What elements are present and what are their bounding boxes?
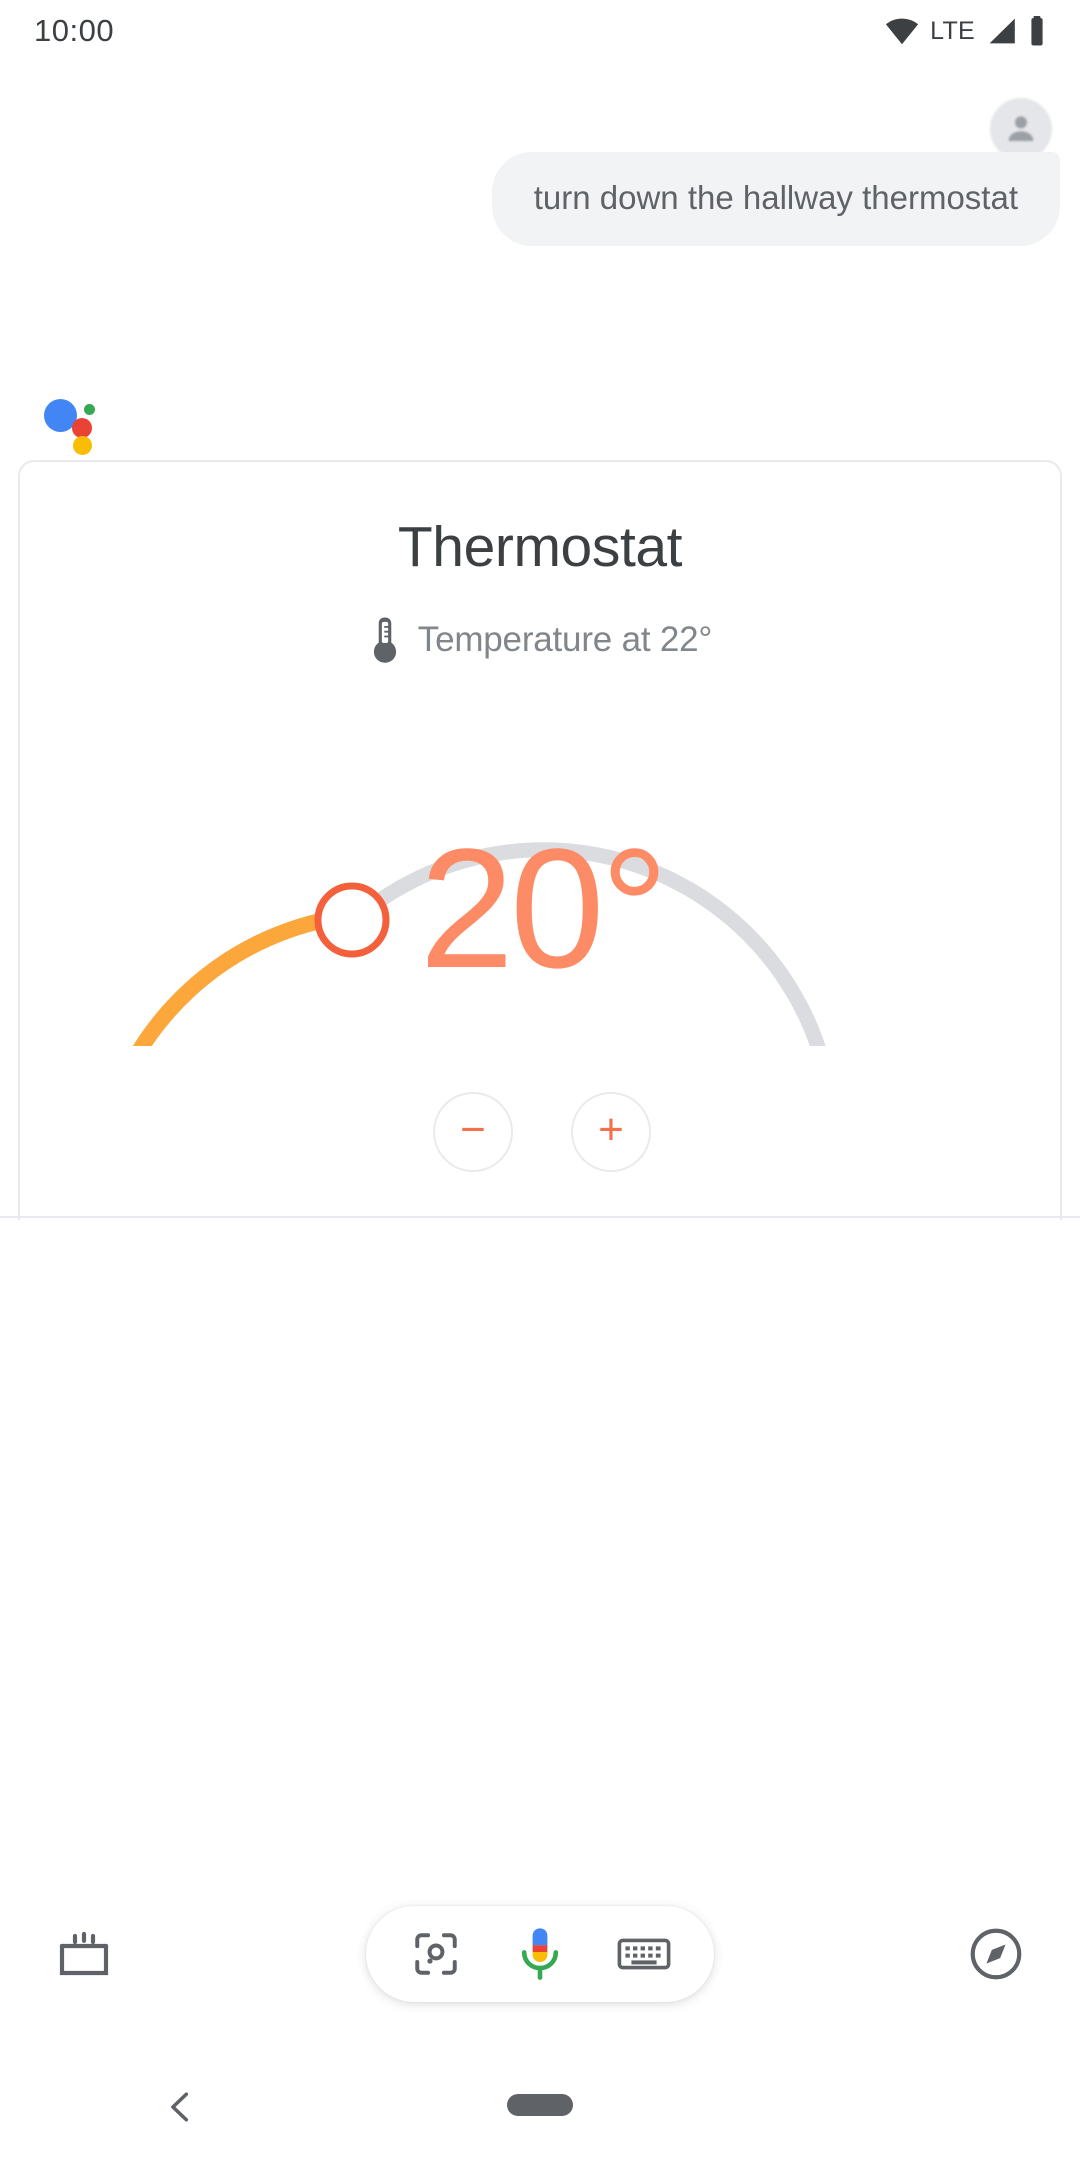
avatar-container[interactable] — [990, 98, 1052, 160]
thermometer-icon — [373, 617, 396, 663]
wifi-icon — [885, 18, 919, 45]
compass-glyph-icon — [970, 1928, 1022, 1980]
explore-keyboard-icon[interactable] — [46, 1916, 122, 1992]
temperature-status-row: Temperature at 22° — [20, 616, 1060, 664]
minus-icon: − — [460, 1105, 486, 1154]
assistant-dot-green — [84, 404, 95, 415]
status-icon-group: LTE — [885, 16, 1046, 46]
status-bar: 10:00 LTE — [0, 0, 1080, 62]
bottom-action-bar — [0, 1874, 1080, 2034]
assistant-dot-yellow — [73, 436, 92, 455]
google-lens-icon[interactable] — [384, 1906, 488, 2002]
keyboard-glyph-icon — [617, 1938, 671, 1970]
thermostat-dial[interactable]: 20° — [20, 666, 1060, 1046]
temperature-status-label: Temperature at 22° — [417, 620, 713, 659]
cellular-signal-icon — [989, 18, 1015, 44]
microphone-icon[interactable] — [488, 1906, 592, 2002]
mic-glyph-icon — [521, 1928, 559, 1980]
page-title: Thermostat — [397, 515, 683, 579]
snapshot-icon — [59, 1931, 109, 1976]
google-assistant-logo — [40, 392, 108, 455]
thermostat-card: Thermostat Temperature at 22° 20° − + — [18, 460, 1062, 1220]
lens-glyph-icon — [415, 1933, 457, 1975]
user-message-text: turn down the hallway thermostat — [533, 179, 1018, 216]
person-icon — [1008, 116, 1034, 141]
temperature-value: 20° — [419, 814, 668, 1004]
chevron-left-icon — [171, 2092, 189, 2122]
increase-temperature-button[interactable]: + — [571, 1092, 651, 1172]
avatar[interactable] — [990, 98, 1052, 160]
compass-explore-icon[interactable] — [958, 1916, 1034, 1992]
status-clock: 10:00 — [34, 13, 115, 48]
keyboard-icon[interactable] — [592, 1906, 696, 2002]
dial-button-group: − + — [20, 1092, 1060, 1172]
battery-icon — [1031, 16, 1043, 46]
home-pill-handle[interactable] — [507, 2094, 573, 2116]
decrease-temperature-button[interactable]: − — [433, 1092, 513, 1172]
back-chevron-icon[interactable] — [158, 2084, 204, 2130]
assistant-input-pill — [366, 1906, 714, 2002]
lte-label: LTE — [930, 16, 975, 45]
card-bottom-divider — [0, 1216, 1080, 1218]
plus-icon: + — [598, 1105, 624, 1154]
system-navigation-bar — [0, 2054, 1080, 2160]
user-message-bubble: turn down the hallway thermostat — [491, 152, 1060, 246]
assistant-dot-red — [72, 418, 92, 438]
